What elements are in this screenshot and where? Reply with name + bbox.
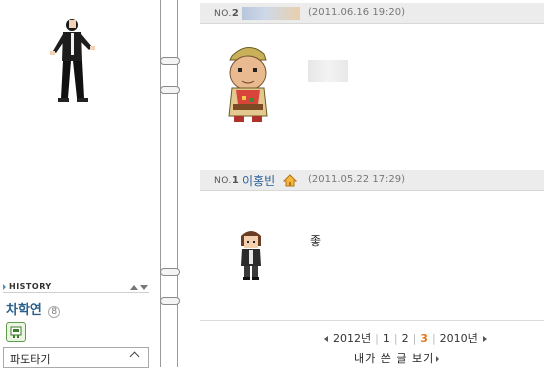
sidebar: HISTORY 차학연 8 파도타기 — [0, 0, 158, 368]
current-page: 3 — [420, 332, 428, 345]
comment-text: 좋 — [310, 234, 322, 248]
binder-ring — [160, 57, 180, 65]
page-link[interactable]: 2 — [402, 332, 409, 345]
home-icon[interactable] — [283, 174, 297, 187]
divider: | — [412, 332, 417, 345]
triangle-right-icon — [436, 356, 440, 362]
owner-name: 차학연 — [6, 303, 42, 318]
next-year-link[interactable]: 2010년 — [440, 332, 478, 345]
prev-year-link[interactable]: 2012년 — [333, 332, 371, 345]
divider: | — [375, 332, 379, 345]
surf-dropdown-value: 파도타기 — [10, 353, 51, 366]
post-number: NO.1 — [214, 175, 240, 186]
spine-line — [160, 0, 161, 367]
post-date: (2011.06.16 19:20) — [308, 7, 406, 18]
post-header: NO.1 이홍빈 (2011.05.22 17:29) — [200, 170, 544, 191]
pagination: 2012년 | 1 | 2 | 3 | 2010년 내가 쓴 글 보기 — [200, 320, 544, 368]
triangle-left-icon[interactable] — [324, 336, 328, 342]
author-avatar-scout — [228, 47, 268, 122]
author-name-blurred[interactable] — [242, 7, 300, 20]
pagination-row: 2012년 | 1 | 2 | 3 | 2010년 — [324, 330, 487, 346]
post-date: (2011.05.22 17:29) — [308, 174, 406, 185]
history-header: HISTORY — [3, 282, 149, 293]
guestbook-main: NO.2 (2011.06.16 19:20) NO.1 이홍빈 (2011.0… — [200, 0, 544, 367]
divider: | — [431, 332, 436, 345]
post-header: NO.2 (2011.06.16 19:20) — [200, 3, 544, 24]
binder-spine — [158, 0, 182, 367]
owner-name-link[interactable]: 차학연 8 — [6, 299, 61, 318]
history-label: HISTORY — [9, 282, 52, 291]
binder-ring — [160, 86, 180, 94]
history-marker-icon — [3, 284, 6, 290]
author-name-link[interactable]: 이홍빈 — [242, 172, 275, 189]
binder-ring — [160, 297, 180, 305]
comment-blurred — [308, 60, 348, 82]
owner-count-badge: 8 — [48, 306, 61, 318]
my-posts-label: 내가 쓴 글 보기 — [354, 352, 435, 365]
surf-dropdown[interactable]: 파도타기 — [3, 347, 149, 368]
page-link[interactable]: 1 — [383, 332, 390, 345]
author-avatar-boy — [241, 231, 261, 280]
profile-avatar-dancer — [50, 19, 95, 102]
triangle-right-icon[interactable] — [482, 336, 487, 342]
my-posts-link[interactable]: 내가 쓴 글 보기 — [354, 350, 440, 366]
spine-line — [177, 0, 178, 367]
post-number: NO.2 — [214, 8, 240, 19]
triangle-up-icon[interactable] — [130, 285, 138, 290]
chevron-up-icon — [129, 351, 140, 362]
minihome-icon[interactable] — [6, 322, 26, 342]
triangle-down-icon[interactable] — [140, 285, 148, 290]
binder-ring — [160, 268, 180, 276]
divider: | — [393, 332, 398, 345]
